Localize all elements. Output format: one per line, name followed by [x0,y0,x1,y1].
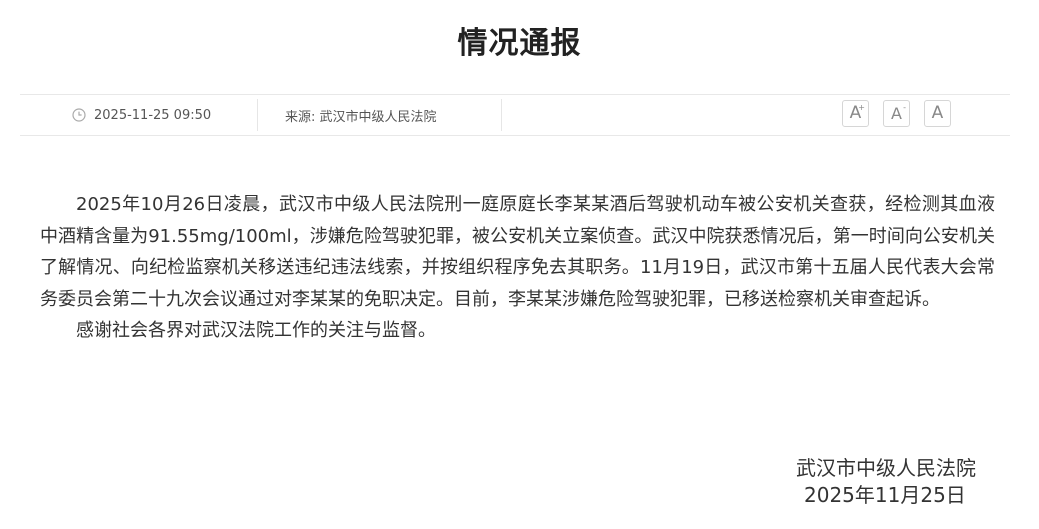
font-size-controls: A + A - A [842,100,965,127]
article-paragraph: 感谢社会各界对武汉法院工作的关注与监督。 [76,320,436,341]
plus-sign: + [858,103,865,112]
font-default-icon: A [931,103,944,123]
publish-date: 2025-11-25 09:50 [72,95,211,135]
article-signature: 武汉市中级人民法院 2025年11月25日 [760,455,1030,509]
article-source: 来源: 武汉市中级人民法院 [285,109,437,125]
font-size-increase-button[interactable]: A + [842,100,869,127]
article-paragraph: 2025年10月26日凌晨，武汉市中级人民法院刑一庭原庭长李某某酒后驾驶机动车被… [40,194,995,310]
font-decrease-icon: A [891,103,902,123]
article-meta-bar: 2025-11-25 09:50 来源: 武汉市中级人民法院 A + A - A [20,94,1010,136]
meta-divider [501,99,502,131]
page-title: 情况通报 [457,26,582,61]
font-size-default-button[interactable]: A [924,100,951,127]
minus-sign: - [903,103,906,112]
signature-date: 2025年11月25日 [804,483,966,507]
signature-org: 武汉市中级人民法院 [796,456,976,480]
clock-icon [72,108,86,122]
publish-date-text: 2025-11-25 09:50 [94,107,212,123]
meta-divider [257,99,258,131]
article-body: 2025年10月26日凌晨，武汉市中级人民法院刑一庭原庭长李某某酒后驾驶机动车被… [40,189,995,347]
font-size-decrease-button[interactable]: A - [883,100,910,127]
